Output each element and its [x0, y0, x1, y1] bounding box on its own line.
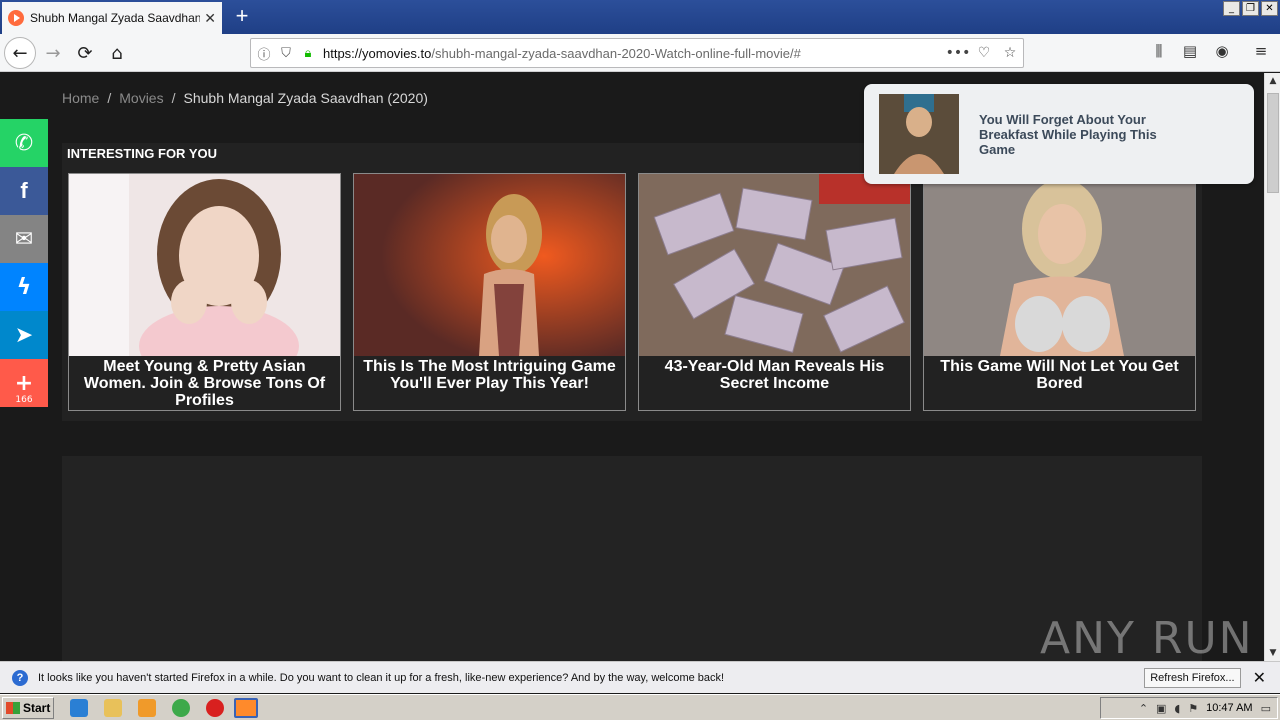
- recommendation-card[interactable]: 43-Year-Old Man Reveals His Secret Incom…: [638, 173, 911, 411]
- new-tab-button[interactable]: +: [230, 4, 254, 28]
- tab-close-icon[interactable]: ✕: [204, 10, 216, 27]
- windows-flag-icon: [6, 702, 20, 714]
- close-notification-icon[interactable]: ✕: [1253, 668, 1266, 687]
- messenger-share-button[interactable]: ϟ: [0, 263, 48, 311]
- email-share-button[interactable]: ✉: [0, 215, 48, 263]
- network-icon[interactable]: ▣: [1156, 702, 1166, 715]
- lock-icon[interactable]: 🔒︎: [299, 46, 317, 61]
- recommendation-image: [924, 174, 1195, 356]
- system-tray: ⌃ ▣ ◖ ⚑ 10:47 AM ▭: [1100, 697, 1278, 719]
- whatsapp-share-button[interactable]: ✆: [0, 119, 48, 167]
- more-share-button[interactable]: +166: [0, 359, 48, 407]
- nav-toolbar: ← → ⟳ ⌂ ⓘ ⛉ 🔒︎ https://yomovies.to/shubh…: [0, 34, 1280, 72]
- restore-button[interactable]: ❐: [1242, 1, 1259, 16]
- breadcrumb-movies-link[interactable]: Movies: [119, 90, 163, 106]
- breadcrumb-separator: /: [171, 90, 176, 106]
- opera-icon[interactable]: [206, 699, 224, 717]
- ad-thumbnail: [879, 94, 959, 174]
- show-desktop-icon[interactable]: ▭: [1261, 702, 1271, 715]
- page-actions-icon[interactable]: •••: [945, 45, 971, 61]
- firefox-taskbar-icon[interactable]: [234, 698, 258, 718]
- question-icon: ?: [12, 669, 28, 686]
- url-text[interactable]: https://yomovies.to/shubh-mangal-zyada-s…: [323, 46, 945, 61]
- browser-tab[interactable]: Shubh Mangal Zyada Saavdhan (2 ✕: [2, 2, 222, 34]
- ad-popup[interactable]: You Will Forget About Your Breakfast Whi…: [864, 84, 1254, 184]
- messenger-icon: ϟ: [16, 274, 32, 300]
- tab-title: Shubh Mangal Zyada Saavdhan (2: [30, 11, 201, 25]
- home-button[interactable]: ⌂: [102, 38, 132, 68]
- menu-icon[interactable]: ≡: [1250, 42, 1272, 64]
- sidebar-icon[interactable]: ▤: [1179, 42, 1201, 64]
- scroll-thumb[interactable]: [1267, 93, 1279, 193]
- start-label: Start: [23, 701, 51, 715]
- telegram-share-button[interactable]: ➤: [0, 311, 48, 359]
- share-sidebar: ✆ f ✉ ϟ ➤ +166: [0, 119, 48, 407]
- bookmark-star-icon[interactable]: ☆: [997, 45, 1023, 61]
- email-icon: ✉: [14, 226, 34, 252]
- ad-popup-text[interactable]: You Will Forget About Your Breakfast Whi…: [979, 112, 1189, 157]
- recommendation-card[interactable]: Meet Young & Pretty Asian Women. Join & …: [68, 173, 341, 411]
- explorer-folder-icon[interactable]: [104, 699, 122, 717]
- scroll-up-arrow-icon[interactable]: ▲: [1265, 73, 1280, 89]
- volume-icon[interactable]: ◖: [1174, 702, 1180, 715]
- chrome-icon[interactable]: [172, 699, 190, 717]
- pocket-icon[interactable]: ♡: [971, 45, 997, 61]
- recommendation-card[interactable]: This Is The Most Intriguing Game You'll …: [353, 173, 626, 411]
- account-icon[interactable]: ◉: [1211, 42, 1233, 64]
- reload-button[interactable]: ⟳: [70, 38, 100, 68]
- action-center-flag-icon[interactable]: ⚑: [1188, 702, 1198, 715]
- page-scrollbar[interactable]: ▲ ▼: [1264, 73, 1280, 661]
- close-window-button[interactable]: ✕: [1261, 1, 1278, 16]
- anyrun-watermark: ANY RUN: [1040, 613, 1254, 661]
- recommendation-caption[interactable]: Meet Young & Pretty Asian Women. Join & …: [69, 356, 340, 410]
- scroll-down-arrow-icon[interactable]: ▼: [1265, 645, 1280, 661]
- library-icon[interactable]: ⫼: [1148, 42, 1170, 64]
- breadcrumb-home-link[interactable]: Home: [62, 90, 99, 106]
- clock[interactable]: 10:47 AM: [1206, 702, 1252, 714]
- notification-message: It looks like you haven't started Firefo…: [38, 671, 725, 684]
- start-button[interactable]: Start: [2, 697, 54, 719]
- minimize-button[interactable]: _: [1223, 1, 1240, 16]
- ie-icon[interactable]: [70, 699, 88, 717]
- url-bar[interactable]: ⓘ ⛉ 🔒︎ https://yomovies.to/shubh-mangal-…: [250, 38, 1024, 68]
- recommendation-image: [69, 174, 340, 356]
- facebook-share-button[interactable]: f: [0, 167, 48, 215]
- media-player-icon[interactable]: [138, 699, 156, 717]
- recommendation-caption[interactable]: This Game Will Not Let You Get Bored: [924, 356, 1195, 410]
- breadcrumb: Home / Movies / Shubh Mangal Zyada Saavdhan …: [62, 90, 428, 106]
- recommendations-widget: INTERESTING FOR YOU Meet Young & Pretty …: [62, 143, 1202, 421]
- breadcrumb-current: Shubh Mangal Zyada Saavdhan (2020): [183, 90, 428, 106]
- firefox-notification-bar: ? It looks like you haven't started Fire…: [0, 661, 1280, 693]
- tray-expand-icon[interactable]: ⌃: [1139, 702, 1148, 715]
- whatsapp-icon: ✆: [14, 130, 34, 156]
- plus-icon: +: [14, 370, 34, 396]
- tab-bar: Shubh Mangal Zyada Saavdhan (2 ✕ + _ ❐ ✕: [0, 0, 1280, 34]
- site-favicon-icon: [8, 10, 24, 26]
- info-icon[interactable]: ⓘ: [255, 44, 273, 63]
- recommendation-caption[interactable]: 43-Year-Old Man Reveals His Secret Incom…: [639, 356, 910, 410]
- forward-button[interactable]: →: [38, 38, 68, 68]
- recommendation-caption[interactable]: This Is The Most Intriguing Game You'll …: [354, 356, 625, 410]
- window-controls: _ ❐ ✕: [1223, 1, 1278, 16]
- recommendation-image: [639, 174, 910, 356]
- windows-taskbar: Start ⌃ ▣ ◖ ⚑ 10:47 AM ▭: [0, 694, 1280, 720]
- share-count: 166: [15, 395, 33, 405]
- recommendation-card[interactable]: This Game Will Not Let You Get Bored: [923, 173, 1196, 411]
- breadcrumb-separator: /: [107, 90, 112, 106]
- refresh-firefox-button[interactable]: Refresh Firefox...: [1144, 667, 1241, 688]
- telegram-icon: ➤: [14, 322, 34, 348]
- video-player-area[interactable]: [62, 456, 1202, 661]
- back-button[interactable]: ←: [4, 37, 36, 69]
- facebook-icon: f: [20, 178, 28, 203]
- recommendation-image: [354, 174, 625, 356]
- tracking-shield-icon[interactable]: ⛉: [277, 46, 295, 61]
- recommendations-title: INTERESTING FOR YOU: [67, 146, 217, 161]
